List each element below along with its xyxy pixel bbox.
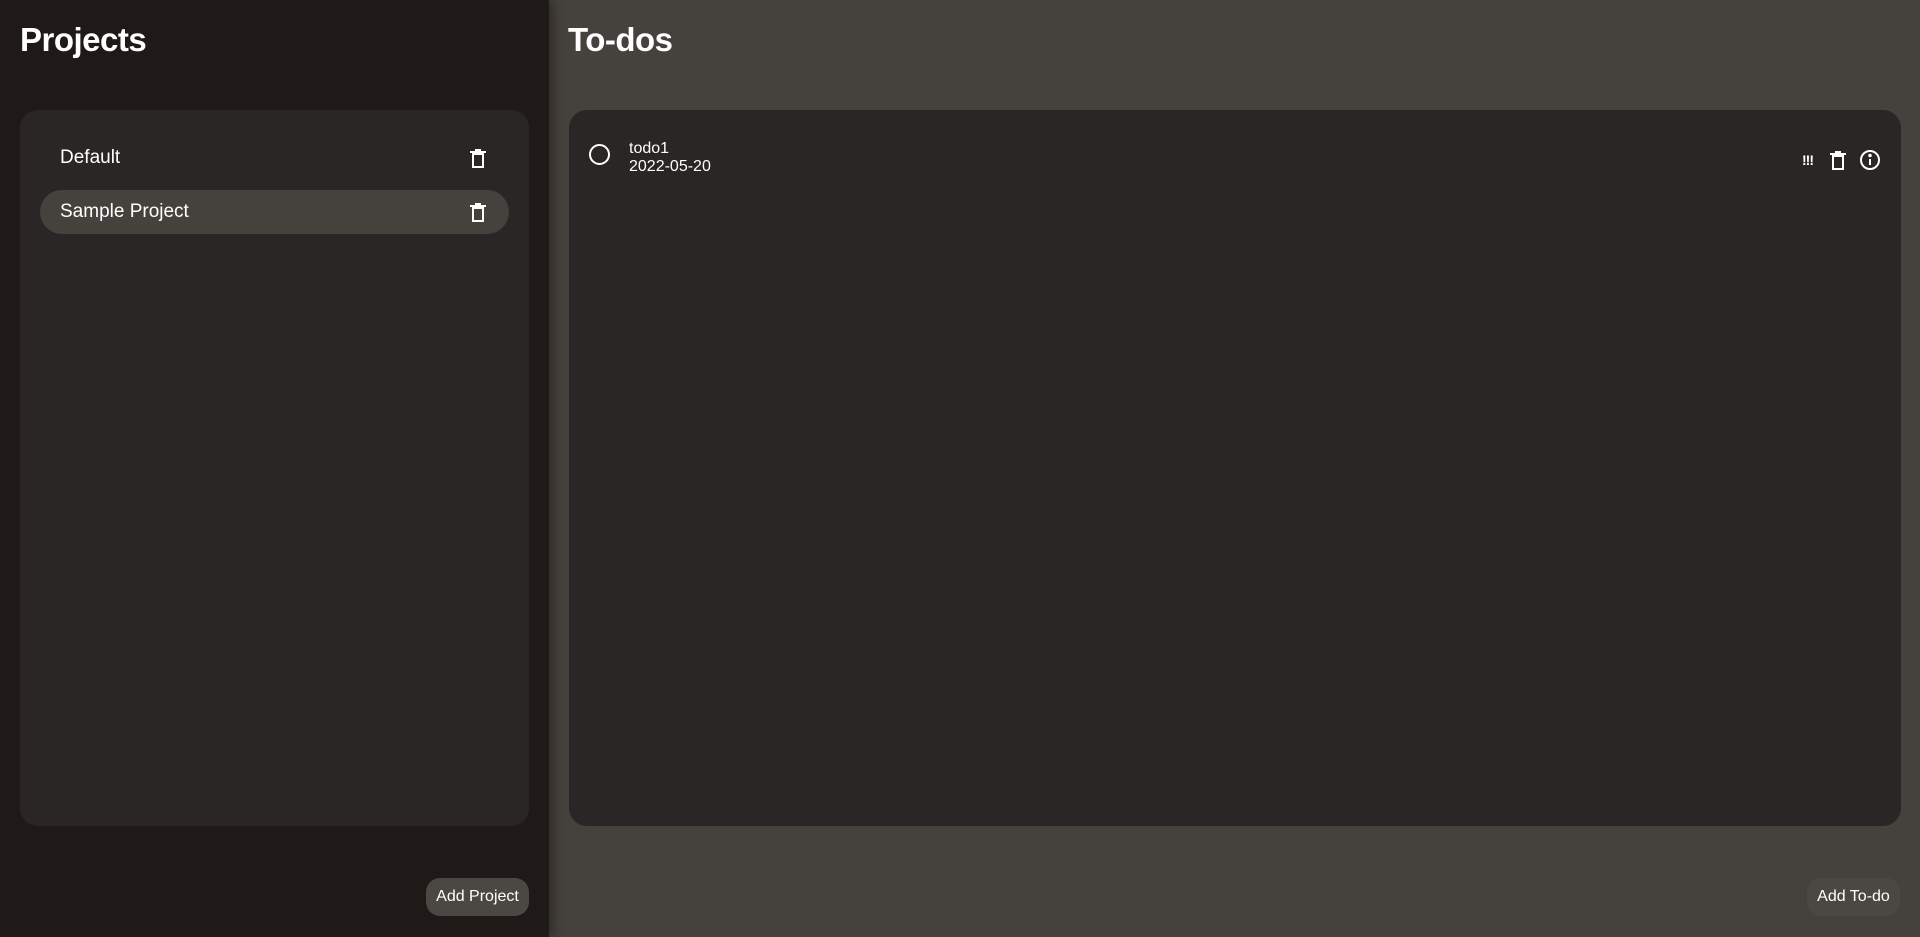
priority-indicator: !!! xyxy=(1802,152,1814,168)
todo-actions: !!! xyxy=(1802,149,1881,171)
todo-text: todo1 2022-05-20 xyxy=(629,140,711,176)
info-icon[interactable] xyxy=(1859,149,1881,171)
trash-icon[interactable] xyxy=(1827,149,1849,171)
trash-icon[interactable] xyxy=(467,201,489,223)
project-label: Sample Project xyxy=(60,201,189,222)
add-todo-button[interactable]: Add To-do xyxy=(1807,878,1900,916)
add-project-button[interactable]: Add Project xyxy=(426,878,529,916)
complete-circle-icon[interactable] xyxy=(589,143,610,165)
todo-date: 2022-05-20 xyxy=(629,158,711,175)
project-item-sample-project[interactable]: Sample Project xyxy=(40,190,509,234)
todos-title: To-dos xyxy=(568,21,673,58)
todos-main: To-dos todo1 2022-05-20 !!! Add To-do xyxy=(549,0,1920,937)
project-label: Default xyxy=(60,147,121,168)
projects-sidebar: Projects Default Sample Project Add Proj… xyxy=(0,0,549,937)
project-list: Default Sample Project xyxy=(20,110,529,826)
todo-title: todo1 xyxy=(629,140,670,157)
todo-list: todo1 2022-05-20 !!! xyxy=(569,110,1901,826)
trash-icon[interactable] xyxy=(467,147,489,169)
projects-title: Projects xyxy=(20,21,147,58)
project-item-default[interactable]: Default xyxy=(40,136,509,180)
app: Projects Default Sample Project Add Proj… xyxy=(0,0,1920,937)
todo-item: todo1 2022-05-20 !!! xyxy=(589,134,1881,182)
